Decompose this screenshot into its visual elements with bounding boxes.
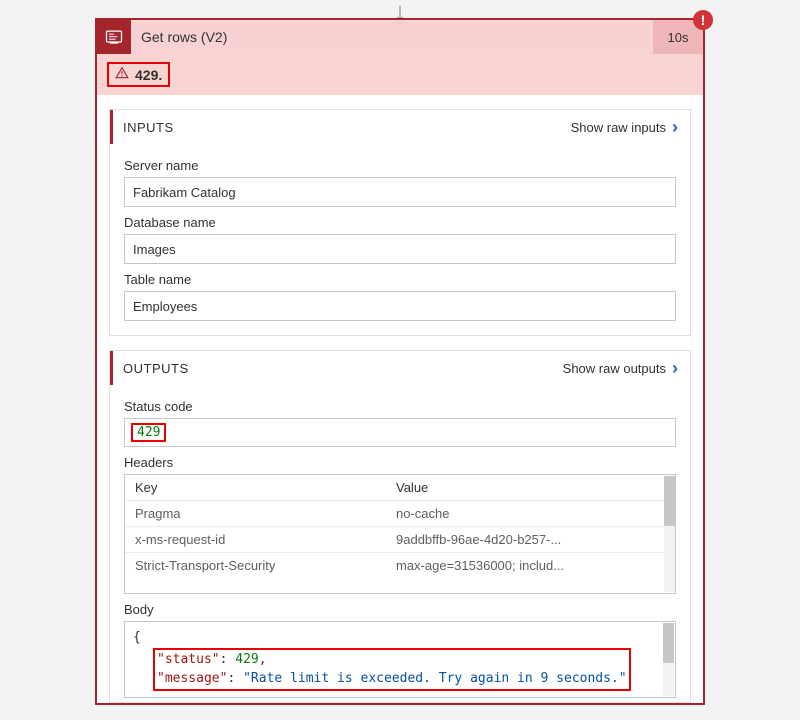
server-name-field[interactable]: [124, 177, 676, 207]
action-card: ! Get rows (V2) 10s 429.: [95, 18, 705, 705]
inputs-panel-header: INPUTS Show raw inputs ›: [110, 110, 690, 144]
database-name-label: Database name: [124, 215, 676, 230]
headers-table-head: Key Value: [125, 475, 675, 500]
headers-table: Key Value Pragma no-cache x-ms-request-i…: [124, 474, 676, 594]
database-name-field[interactable]: [124, 234, 676, 264]
error-code-highlight: 429.: [107, 62, 170, 87]
show-raw-outputs-link[interactable]: Show raw outputs: [563, 361, 666, 376]
error-code-text: 429.: [135, 67, 162, 83]
outputs-heading: OUTPUTS: [123, 361, 563, 376]
scrollbar-thumb[interactable]: [663, 623, 674, 663]
headers-col-key: Key: [135, 480, 396, 495]
table-row: x-ms-request-id 9addbffb-96ae-4d20-b257-…: [125, 526, 675, 552]
outputs-panel: OUTPUTS Show raw outputs › Status code 4…: [109, 350, 691, 703]
error-badge-icon: !: [693, 10, 713, 30]
inputs-heading: INPUTS: [123, 120, 571, 135]
chevron-right-icon[interactable]: ›: [672, 359, 678, 377]
scrollbar-thumb[interactable]: [664, 476, 675, 526]
outputs-panel-header: OUTPUTS Show raw outputs ›: [110, 351, 690, 385]
action-header[interactable]: Get rows (V2) 10s: [97, 20, 703, 54]
table-row: Strict-Transport-Security max-age=315360…: [125, 552, 675, 578]
body-json-highlight: "status": 429, "message": "Rate limit is…: [153, 648, 631, 691]
body-scrollbar[interactable]: [663, 623, 674, 696]
headers-label: Headers: [124, 455, 676, 470]
status-code-label: Status code: [124, 399, 676, 414]
body-json-box: { "status": 429, "message": "Rate limit …: [124, 621, 676, 698]
warning-icon: [115, 66, 129, 83]
table-row: Pragma no-cache: [125, 500, 675, 526]
sql-icon: [97, 20, 131, 54]
table-name-field[interactable]: [124, 291, 676, 321]
json-brace: {: [133, 630, 141, 645]
run-history-canvas: ↓ ! Get rows (V2) 10s: [0, 0, 800, 720]
body-label: Body: [124, 602, 676, 617]
server-name-label: Server name: [124, 158, 676, 173]
action-title: Get rows (V2): [131, 29, 653, 45]
show-raw-inputs-link[interactable]: Show raw inputs: [571, 120, 666, 135]
inputs-panel: INPUTS Show raw inputs › Server name Dat…: [109, 109, 691, 336]
headers-col-value: Value: [396, 480, 657, 495]
status-code-field: 429: [124, 418, 676, 447]
table-name-label: Table name: [124, 272, 676, 287]
headers-scrollbar[interactable]: [664, 476, 675, 592]
chevron-right-icon[interactable]: ›: [672, 118, 678, 136]
error-strip: 429.: [97, 54, 703, 95]
status-code-value: 429: [131, 423, 166, 442]
